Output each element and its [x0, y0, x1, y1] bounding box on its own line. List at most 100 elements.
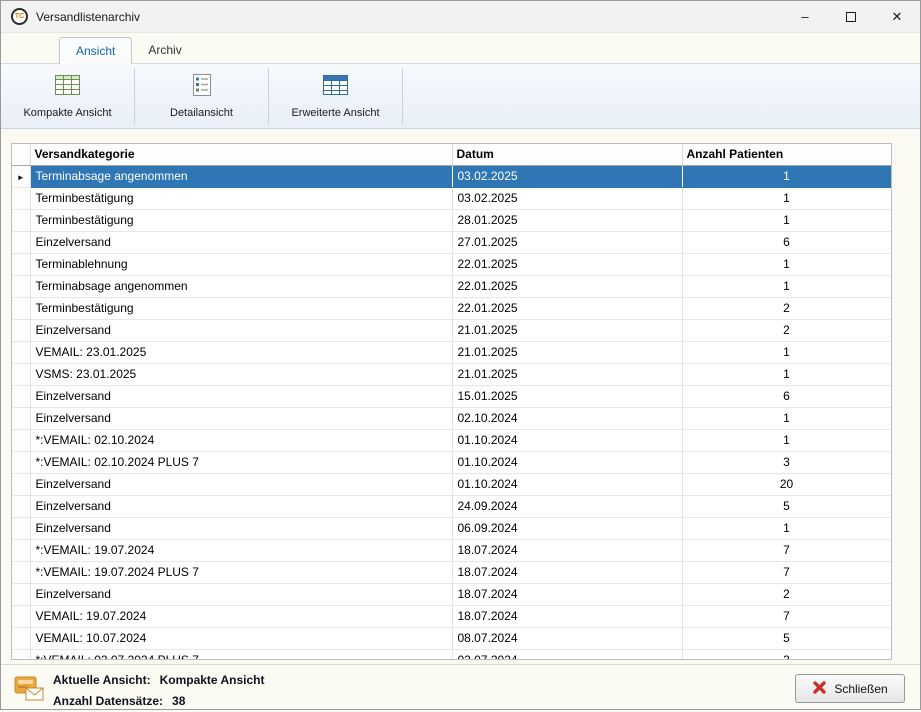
table-row[interactable]: Terminablehnung22.01.20251: [12, 253, 891, 275]
cell-datum: 28.01.2025: [452, 209, 682, 231]
cell-anzahl-patienten: 1: [682, 187, 891, 209]
cell-anzahl-patienten: 2: [682, 297, 891, 319]
kompakte-ansicht-button[interactable]: Kompakte Ansicht: [1, 64, 134, 128]
table-row[interactable]: VEMAIL: 23.01.202521.01.20251: [12, 341, 891, 363]
table-row[interactable]: VSMS: 23.01.202521.01.20251: [12, 363, 891, 385]
cell-datum: 27.01.2025: [452, 231, 682, 253]
table-row[interactable]: *:VEMAIL: 19.07.202418.07.20247: [12, 539, 891, 561]
table-row[interactable]: *:VEMAIL: 19.07.2024 PLUS 718.07.20247: [12, 561, 891, 583]
versandlistenarchiv-window: TC Versandlistenarchiv – ✕ Ansicht Archi…: [0, 0, 921, 710]
cell-datum: 22.01.2025: [452, 297, 682, 319]
cell-anzahl-patienten: 6: [682, 231, 891, 253]
cell-anzahl-patienten: 2: [682, 319, 891, 341]
table-row[interactable]: ►Terminabsage angenommen03.02.20251: [12, 165, 891, 187]
table-row[interactable]: Einzelversand21.01.20252: [12, 319, 891, 341]
cell-datum: 02.07.2024: [452, 649, 682, 660]
cell-versandkategorie: Terminbestätigung: [30, 187, 452, 209]
detailansicht-button[interactable]: Detailansicht: [135, 64, 268, 128]
cell-anzahl-patienten: 1: [682, 363, 891, 385]
cell-datum: 21.01.2025: [452, 319, 682, 341]
cell-anzahl-patienten: 3: [682, 451, 891, 473]
erweiterte-ansicht-button[interactable]: Erweiterte Ansicht: [269, 64, 402, 128]
row-indicator-cell: [12, 627, 30, 649]
row-indicator-cell: [12, 451, 30, 473]
table-row[interactable]: Einzelversand06.09.20241: [12, 517, 891, 539]
cell-versandkategorie: Terminbestätigung: [30, 209, 452, 231]
cell-versandkategorie: *:VEMAIL: 02.10.2024 PLUS 7: [30, 451, 452, 473]
row-indicator-cell: [12, 341, 30, 363]
column-header-datum[interactable]: Datum: [452, 144, 682, 165]
row-indicator-cell: [12, 649, 30, 660]
row-indicator-cell: [12, 231, 30, 253]
red-x-icon: [812, 680, 827, 698]
row-indicator-cell: ►: [12, 165, 30, 187]
current-view-value: Kompakte Ansicht: [160, 673, 265, 687]
table-row[interactable]: Einzelversand18.07.20242: [12, 583, 891, 605]
cell-versandkategorie: VSMS: 23.01.2025: [30, 363, 452, 385]
cell-versandkategorie: *:VEMAIL: 19.07.2024 PLUS 7: [30, 561, 452, 583]
table-header-row: Versandkategorie Datum Anzahl Patienten: [12, 144, 891, 165]
minimize-button[interactable]: –: [782, 1, 828, 32]
row-indicator-cell: [12, 583, 30, 605]
cell-datum: 01.10.2024: [452, 451, 682, 473]
cell-datum: 18.07.2024: [452, 539, 682, 561]
schliessen-button[interactable]: Schließen: [795, 674, 905, 703]
cell-datum: 02.10.2024: [452, 407, 682, 429]
cell-anzahl-patienten: 6: [682, 385, 891, 407]
current-view-line: Aktuelle Ansicht: Kompakte Ansicht: [53, 670, 264, 691]
detailansicht-label: Detailansicht: [170, 107, 233, 119]
column-header-versandkategorie[interactable]: Versandkategorie: [30, 144, 452, 165]
cell-versandkategorie: Einzelversand: [30, 231, 452, 253]
record-count-label: Anzahl Datensätze:: [53, 694, 163, 708]
versand-table: Versandkategorie Datum Anzahl Patienten …: [11, 143, 892, 660]
cell-datum: 01.10.2024: [452, 473, 682, 495]
table-row[interactable]: VEMAIL: 10.07.202408.07.20245: [12, 627, 891, 649]
record-count-value: 38: [172, 694, 185, 708]
cell-versandkategorie: Terminabsage angenommen: [30, 275, 452, 297]
row-indicator-cell: [12, 605, 30, 627]
row-indicator-cell: [12, 429, 30, 451]
window-controls: – ✕: [782, 1, 920, 32]
cell-datum: 21.01.2025: [452, 341, 682, 363]
mail-archive-icon: [13, 674, 45, 707]
cell-anzahl-patienten: 20: [682, 473, 891, 495]
table-row[interactable]: Terminbestätigung28.01.20251: [12, 209, 891, 231]
cell-anzahl-patienten: 5: [682, 495, 891, 517]
cell-anzahl-patienten: 1: [682, 209, 891, 231]
table-row[interactable]: Einzelversand01.10.202420: [12, 473, 891, 495]
cell-anzahl-patienten: 1: [682, 429, 891, 451]
table-row[interactable]: *:VEMAIL: 02.10.202401.10.20241: [12, 429, 891, 451]
table-body: ►Terminabsage angenommen03.02.20251Termi…: [12, 165, 891, 660]
table-row[interactable]: VEMAIL: 19.07.202418.07.20247: [12, 605, 891, 627]
tab-ansicht[interactable]: Ansicht: [59, 37, 132, 64]
table-row[interactable]: Terminbestätigung03.02.20251: [12, 187, 891, 209]
minimize-icon: –: [801, 9, 808, 24]
table-row[interactable]: Terminbestätigung22.01.20252: [12, 297, 891, 319]
cell-datum: 24.09.2024: [452, 495, 682, 517]
schliessen-label: Schließen: [834, 682, 887, 696]
cell-datum: 01.10.2024: [452, 429, 682, 451]
table-row[interactable]: *:VEMAIL: 02.10.2024 PLUS 701.10.20243: [12, 451, 891, 473]
table-row[interactable]: Terminabsage angenommen22.01.20251: [12, 275, 891, 297]
column-header-anzahl-patienten[interactable]: Anzahl Patienten: [682, 144, 891, 165]
row-indicator-cell: [12, 187, 30, 209]
cell-datum: 21.01.2025: [452, 363, 682, 385]
close-window-button[interactable]: ✕: [874, 1, 920, 32]
table-row[interactable]: Einzelversand02.10.20241: [12, 407, 891, 429]
cell-datum: 18.07.2024: [452, 561, 682, 583]
tab-strip: Ansicht Archiv: [1, 33, 920, 63]
row-indicator-cell: [12, 385, 30, 407]
close-window-icon: ✕: [892, 9, 903, 25]
tab-archiv[interactable]: Archiv: [132, 37, 197, 63]
maximize-button[interactable]: [828, 1, 874, 32]
table-row[interactable]: Einzelversand24.09.20245: [12, 495, 891, 517]
current-view-label: Aktuelle Ansicht:: [53, 673, 151, 687]
row-indicator-cell: [12, 495, 30, 517]
table-row[interactable]: *:VEMAIL: 02.07.2024 PLUS 702.07.20243: [12, 649, 891, 660]
row-indicator-cell: [12, 297, 30, 319]
cell-versandkategorie: Terminablehnung: [30, 253, 452, 275]
cell-anzahl-patienten: 5: [682, 627, 891, 649]
cell-datum: 18.07.2024: [452, 605, 682, 627]
table-row[interactable]: Einzelversand27.01.20256: [12, 231, 891, 253]
table-row[interactable]: Einzelversand15.01.20256: [12, 385, 891, 407]
